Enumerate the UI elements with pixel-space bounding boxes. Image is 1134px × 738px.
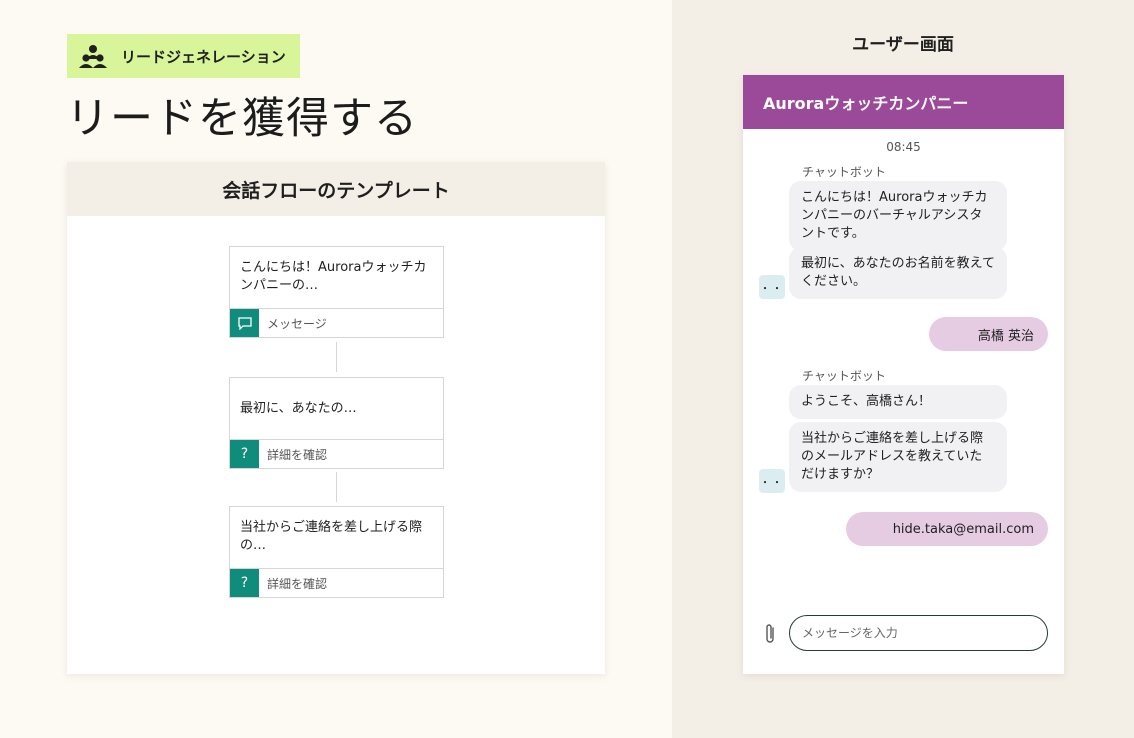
flow-node-message[interactable]: こんにちは！Auroraウォッチカンパニーの… メッセージ [229,246,444,338]
flow-template-card: 会話フローのテンプレート こんにちは！Auroraウォッチカンパニーの… メッセ… [67,162,605,674]
sender-label: チャットボット [802,369,886,383]
flow-connector [336,342,337,372]
bot-message-bubble: 当社からご連絡を差し上げる際のメールアドレスを教えていただけますか？ [789,422,1007,492]
flow-template-title: 会話フローのテンプレート [222,179,450,202]
flow-node-ask-email[interactable]: 当社からご連絡を差し上げる際の… ? 詳細を確認 [229,506,444,598]
flow-node-footer: ? 詳細を確認 [230,569,443,597]
chat-message-input[interactable] [789,615,1048,651]
user-message-bubble: hide.taka@email.com [846,512,1048,546]
flow-connector [336,472,337,502]
category-tag: リードジェネレーション [67,34,300,78]
flow-node-footer: ? 詳細を確認 [230,440,443,468]
question-icon: ? [230,440,259,468]
bot-message-bubble: こんにちは！Auroraウォッチカンパニーのバーチャルアシスタントです。 [789,181,1007,251]
chat-window: Auroraウォッチカンパニー 08:45 チャットボット こんにちは！Auro… [743,75,1064,674]
speech-bubble-icon [230,309,259,337]
user-message-bubble: 高橋 英治 [929,317,1048,351]
bot-avatar-indicator: ・・ [759,469,785,493]
left-panel: リードジェネレーション リードを獲得する 会話フローのテンプレート こんにちは！… [0,0,672,738]
right-panel: ユーザー画面 Auroraウォッチカンパニー 08:45 チャットボット こんに… [672,0,1134,738]
chat-header: Auroraウォッチカンパニー [743,75,1064,129]
bot-message-bubble: 最初に、あなたのお名前を教えてください。 [789,247,1007,299]
sender-label: チャットボット [802,165,886,179]
flow-node-type-label: 詳細を確認 [267,576,328,591]
chat-input-row [743,615,1064,651]
people-group-icon [79,42,107,70]
chat-header-title: Auroraウォッチカンパニー [763,94,969,113]
question-icon: ? [230,569,259,597]
flow-template-header: 会話フローのテンプレート [67,162,605,216]
flow-node-ask-name[interactable]: 最初に、あなたの… ? 詳細を確認 [229,377,444,469]
flow-node-footer: メッセージ [230,309,443,337]
flow-node-text: 最初に、あなたの… [230,378,443,440]
user-view-title: ユーザー画面 [852,35,954,55]
bot-message-bubble: ようこそ、高橋さん！ [789,385,1007,419]
paperclip-icon[interactable] [761,621,779,647]
flow-node-text: こんにちは！Auroraウォッチカンパニーの… [230,247,443,309]
bot-avatar-indicator: ・・ [759,275,785,299]
chat-timestamp: 08:45 [886,140,921,154]
category-tag-label: リードジェネレーション [121,47,286,66]
flow-node-type-label: 詳細を確認 [267,447,328,462]
flow-node-type-label: メッセージ [267,316,327,331]
page-title: リードを獲得する [66,94,418,144]
flow-node-text: 当社からご連絡を差し上げる際の… [230,507,443,569]
